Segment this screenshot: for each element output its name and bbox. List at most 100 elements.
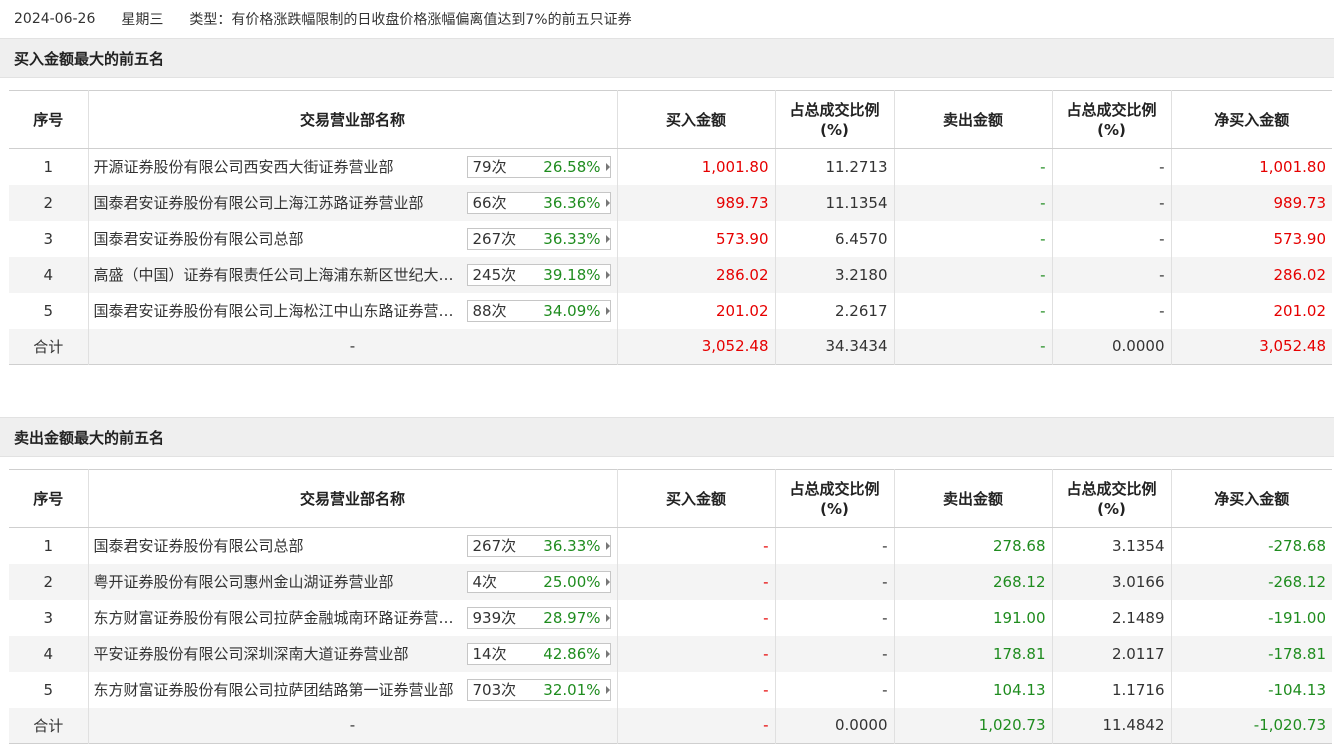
rank-cell: 2 [9,184,89,221]
rank-cell: 1 [9,527,89,564]
buy-amount-cell: - [617,527,776,564]
col-header-sell: 卖出金额 [894,90,1053,149]
branch-stats-button[interactable]: 703次 32.01% [466,678,611,701]
rank-cell: 5 [9,292,89,329]
sell-ratio-cell: 3.1354 [1052,527,1172,564]
total-sell-cell: - [894,328,1053,365]
win-rate: 26.58% [543,157,601,176]
total-sell-ratio-cell: 11.4842 [1052,707,1172,744]
win-rate: 28.97% [543,608,601,627]
branch-stats-button[interactable]: 66次 36.36% [466,191,611,214]
branch-name-link[interactable]: 粤开证券股份有限公司惠州金山湖证券营业部 [94,571,456,592]
branch-stats-button[interactable]: 939次 28.97% [466,606,611,629]
total-buy-ratio-cell: 0.0000 [775,707,895,744]
branch-cell: 开源证券股份有限公司西安西大街证券营业部 79次 26.58% [88,148,618,185]
buy-amount-cell: - [617,671,776,708]
listing-count: 245次 [472,266,517,284]
branch-stats-button[interactable]: 88次 34.09% [466,299,611,322]
sell-ratio-cell: 2.0117 [1052,635,1172,672]
rank-cell: 4 [9,256,89,293]
branch-cell: 粤开证券股份有限公司惠州金山湖证券营业部 4次 25.00% [88,563,618,600]
col-header-branch: 交易营业部名称 [88,469,618,528]
win-rate: 42.86% [543,644,601,663]
branch-stats-button[interactable]: 245次 39.18% [466,263,611,286]
net-amount-cell: -178.81 [1268,644,1326,663]
branch-name-link[interactable]: 平安证券股份有限公司深圳深南大道证券营业部 [94,643,456,664]
branch-name-link[interactable]: 国泰君安证券股份有限公司总部 [94,228,456,249]
buy-table: 序号 交易营业部名称 买入金额 占总成交比例 (%) 卖出金额 占总成交比例 (… [9,90,1332,365]
buy-amount-cell: - [617,563,776,600]
branch-name-link[interactable]: 东方财富证券股份有限公司拉萨团结路第一证券营业部 [94,679,456,700]
branch-stats-button[interactable]: 267次 36.33% [466,227,611,250]
branch-cell: 东方财富证券股份有限公司拉萨金融城南环路证券营业部 939次 28.97% [88,599,618,636]
net-amount-cell: 1,001.80 [1259,157,1326,176]
col-header-buy-ratio: 占总成交比例 (%) [775,90,895,149]
chevron-right-icon [605,685,610,694]
sell-amount-cell: - [894,148,1053,185]
branch-name-link[interactable]: 高盛（中国）证券有限责任公司上海浦东新区世纪大道证券营业部 [94,264,456,285]
listing-count: 4次 [472,573,498,591]
win-rate: 34.09% [543,301,601,320]
branch-name-link[interactable]: 国泰君安证券股份有限公司上海江苏路证券营业部 [94,192,456,213]
chevron-right-icon [605,162,610,171]
net-amount-cell: -191.00 [1268,608,1326,627]
listing-count: 267次 [472,230,517,248]
rank-cell: 4 [9,635,89,672]
branch-cell: 国泰君安证券股份有限公司总部 267次 36.33% [88,527,618,564]
sell-ratio-cell: 3.0166 [1052,563,1172,600]
total-label: 合计 [9,328,89,365]
sell-amount-cell: 268.12 [894,563,1053,600]
sell-amount-cell: 104.13 [894,671,1053,708]
branch-stats-button[interactable]: 267次 36.33% [466,534,611,557]
col-header-net: 净买入金额 [1171,90,1332,149]
chevron-right-icon [605,577,610,586]
sell-amount-cell: - [894,256,1053,293]
sell-amount-cell: - [894,184,1053,221]
net-amount-cell: -268.12 [1268,572,1326,591]
table-row: 4 平安证券股份有限公司深圳深南大道证券营业部 14次 42.86% - -178.81 2… [9,635,1332,672]
rank-cell: 3 [9,220,89,257]
branch-name-link[interactable]: 东方财富证券股份有限公司拉萨金融城南环路证券营业部 [94,607,456,628]
branch-cell: 国泰君安证券股份有限公司上海江苏路证券营业部 66次 36.36% [88,184,618,221]
sell-amount-cell: - [894,292,1053,329]
branch-name-link[interactable]: 国泰君安证券股份有限公司总部 [94,535,456,556]
header-bar: 2024-06-26 星期三 类型：有价格涨跌幅限制的日收盘价格涨幅偏离值达到7… [0,0,1334,38]
buy-amount-cell: - [617,635,776,672]
sell-amount-cell: 278.68 [894,527,1053,564]
table-row: 5 东方财富证券股份有限公司拉萨团结路第一证券营业部 703次 32.01% - -104… [9,671,1332,708]
listing-count: 14次 [472,645,507,663]
table-row: 2 粤开证券股份有限公司惠州金山湖证券营业部 4次 25.00% - -268.12 3.0… [9,563,1332,600]
col-header-no: 序号 [9,469,89,528]
sell-ratio-cell: - [1052,256,1172,293]
buy-amount-cell: 286.02 [617,256,776,293]
branch-stats-button[interactable]: 14次 42.86% [466,642,611,665]
buy-ratio-cell: 11.1354 [775,184,895,221]
buy-amount-cell: 573.90 [617,220,776,257]
listing-count: 267次 [472,537,517,556]
branch-stats-button[interactable]: 4次 25.00% [466,570,611,593]
net-amount-cell: -104.13 [1268,680,1326,699]
buy-ratio-cell: - [775,671,895,708]
sell-amount-cell: 191.00 [894,599,1053,636]
listing-count: 88次 [472,302,507,320]
buy-ratio-cell: 2.2617 [775,292,895,329]
trade-date: 2024-06-26 [14,11,96,27]
win-rate: 25.00% [543,572,601,591]
rank-cell: 2 [9,563,89,600]
total-branch-cell: - [88,328,618,365]
branch-name-link[interactable]: 国泰君安证券股份有限公司上海松江中山东路证券营业部 [94,300,456,321]
chevron-right-icon [605,270,610,279]
listing-count: 66次 [472,194,507,212]
table-row: 1 国泰君安证券股份有限公司总部 267次 36.33% - -278.68 3.1354-… [9,527,1332,564]
chevron-right-icon [605,649,610,658]
net-amount-cell: -278.68 [1268,536,1326,555]
buy-ratio-cell: 3.2180 [775,256,895,293]
col-header-sell-ratio: 占总成交比例 (%) [1052,90,1172,149]
col-header-sell: 卖出金额 [894,469,1053,528]
branch-name-link[interactable]: 开源证券股份有限公司西安西大街证券营业部 [94,156,456,177]
table-row: 3 东方财富证券股份有限公司拉萨金融城南环路证券营业部 939次 28.97% - -19… [9,599,1332,636]
net-amount-cell: 989.73 [1273,193,1327,212]
col-header-branch: 交易营业部名称 [88,90,618,149]
win-rate: 32.01% [543,680,601,699]
branch-stats-button[interactable]: 79次 26.58% [466,155,611,178]
